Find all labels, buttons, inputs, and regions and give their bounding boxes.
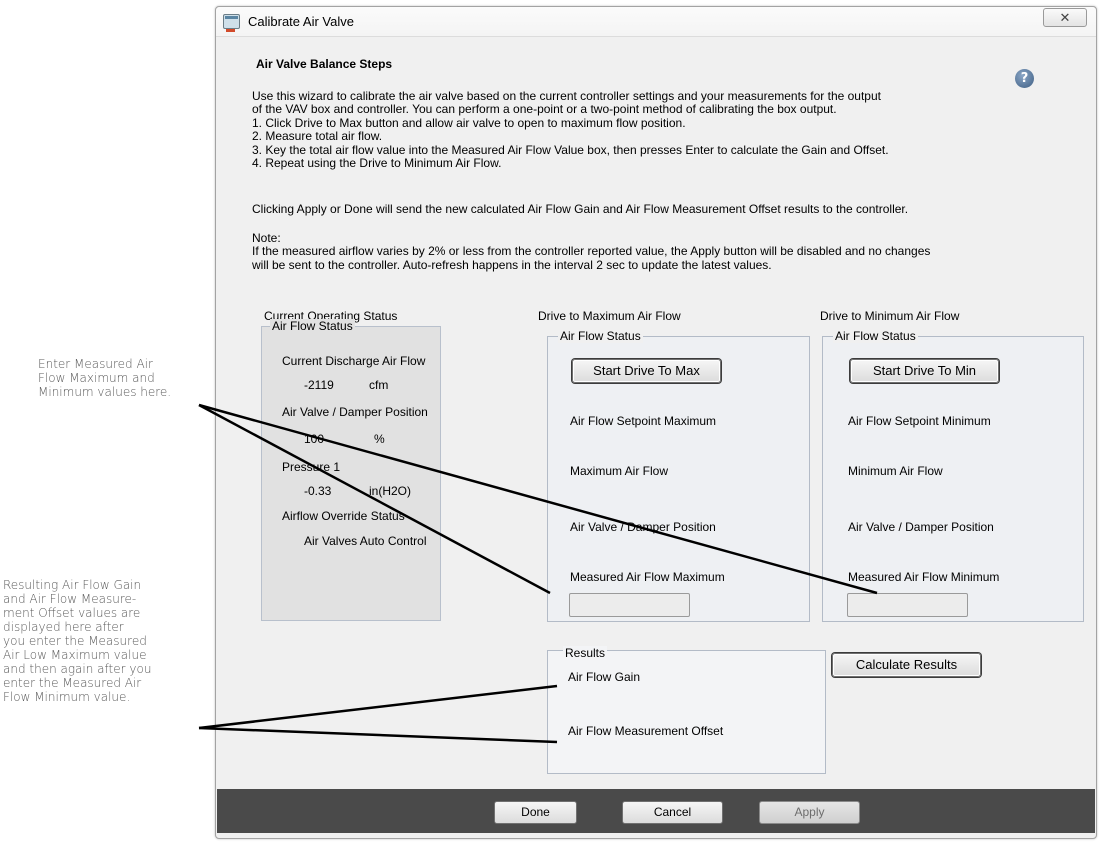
drive-min-title: Drive to Minimum Air Flow xyxy=(820,309,960,323)
air-flow-gain-label: Air Flow Gain xyxy=(568,670,641,684)
drive-max-group: Air Flow Status Start Drive To Max Air F… xyxy=(547,329,810,622)
discharge-value: -2119 xyxy=(304,378,334,392)
measurement-offset-label: Air Flow Measurement Offset xyxy=(568,724,724,738)
start-drive-to-min-button[interactable]: Start Drive To Min xyxy=(850,359,999,383)
instruction-line: 1. Click Drive to Max button and allow a… xyxy=(252,115,686,130)
title-bar[interactable]: Calibrate Air Valve ✕ xyxy=(216,7,1096,37)
start-drive-to-max-button[interactable]: Start Drive To Max xyxy=(572,359,721,383)
close-button[interactable]: ✕ xyxy=(1043,8,1087,27)
min-airflow-label: Minimum Air Flow xyxy=(848,464,943,478)
note-text: Note: If the measured airflow varies by … xyxy=(252,231,931,272)
callout-measured-values: Enter Measured Air Flow Maximum and Mini… xyxy=(38,357,172,399)
override-value: Air Valves Auto Control xyxy=(304,534,427,548)
results-group: Results Air Flow Gain Air Flow Measureme… xyxy=(547,646,826,774)
calculate-results-button[interactable]: Calculate Results xyxy=(832,653,981,677)
apply-button[interactable]: Apply xyxy=(759,801,860,824)
measured-min-input[interactable] xyxy=(847,593,968,617)
pressure-label: Pressure 1 xyxy=(282,460,341,474)
damper-value: 100 xyxy=(304,432,325,446)
drive-min-group: Air Flow Status Start Drive To Min Air F… xyxy=(822,329,1084,622)
note-line: will be sent to the controller. Auto-ref… xyxy=(252,257,772,272)
group-label: Air Flow Status xyxy=(833,329,918,343)
setpoint-max-label: Air Flow Setpoint Maximum xyxy=(570,414,717,428)
instruction-line: 4. Repeat using the Drive to Minimum Air… xyxy=(252,155,502,170)
results-label: Results xyxy=(563,646,608,660)
measured-max-input[interactable] xyxy=(569,593,690,617)
cancel-button[interactable]: Cancel xyxy=(622,801,723,824)
drive-max-title: Drive to Maximum Air Flow xyxy=(538,309,681,323)
min-damper-label: Air Valve / Damper Position xyxy=(848,520,994,534)
damper-unit: % xyxy=(374,432,385,446)
group-label: Air Flow Status xyxy=(558,329,643,343)
callout-results: Resulting Air Flow Gain and Air Flow Mea… xyxy=(3,578,152,704)
instruction-line: Use this wizard to calibrate the air val… xyxy=(252,89,881,103)
note-line: Note: xyxy=(252,231,281,245)
current-status-group: Air Flow Status Current Discharge Air Fl… xyxy=(261,319,441,621)
measured-min-label: Measured Air Flow Minimum xyxy=(848,570,1000,584)
pressure-unit: in(H2O) xyxy=(369,484,412,498)
pressure-value: -0.33 xyxy=(304,484,332,498)
max-damper-label: Air Valve / Damper Position xyxy=(570,520,716,534)
button-bar: Done Cancel Apply xyxy=(217,789,1095,833)
instructions: Use this wizard to calibrate the air val… xyxy=(252,89,889,170)
app-icon xyxy=(223,14,240,32)
note-line: If the measured airflow varies by 2% or … xyxy=(252,244,931,259)
setpoint-min-label: Air Flow Setpoint Minimum xyxy=(848,414,991,428)
done-button[interactable]: Done xyxy=(494,801,577,824)
help-icon[interactable]: ? xyxy=(1015,69,1034,88)
max-airflow-label: Maximum Air Flow xyxy=(570,464,669,478)
instruction-line: 2. Measure total air flow. xyxy=(252,129,383,144)
discharge-label: Current Discharge Air Flow xyxy=(282,354,426,368)
instruction-line: of the VAV box and controller. You can p… xyxy=(252,102,837,117)
measured-max-label: Measured Air Flow Maximum xyxy=(570,570,725,584)
discharge-unit: cfm xyxy=(369,378,389,392)
instruction-line: 3. Key the total air flow value into the… xyxy=(252,142,889,157)
window-title: Calibrate Air Valve xyxy=(248,14,354,29)
steps-heading: Air Valve Balance Steps xyxy=(256,57,393,71)
group-label: Air Flow Status xyxy=(270,319,355,333)
override-label: Airflow Override Status xyxy=(282,509,405,523)
apply-info-text: Clicking Apply or Done will send the new… xyxy=(252,202,909,216)
calibrate-air-valve-dialog: Calibrate Air Valve ✕ Air Valve Balance … xyxy=(215,6,1097,839)
damper-label: Air Valve / Damper Position xyxy=(282,405,428,419)
